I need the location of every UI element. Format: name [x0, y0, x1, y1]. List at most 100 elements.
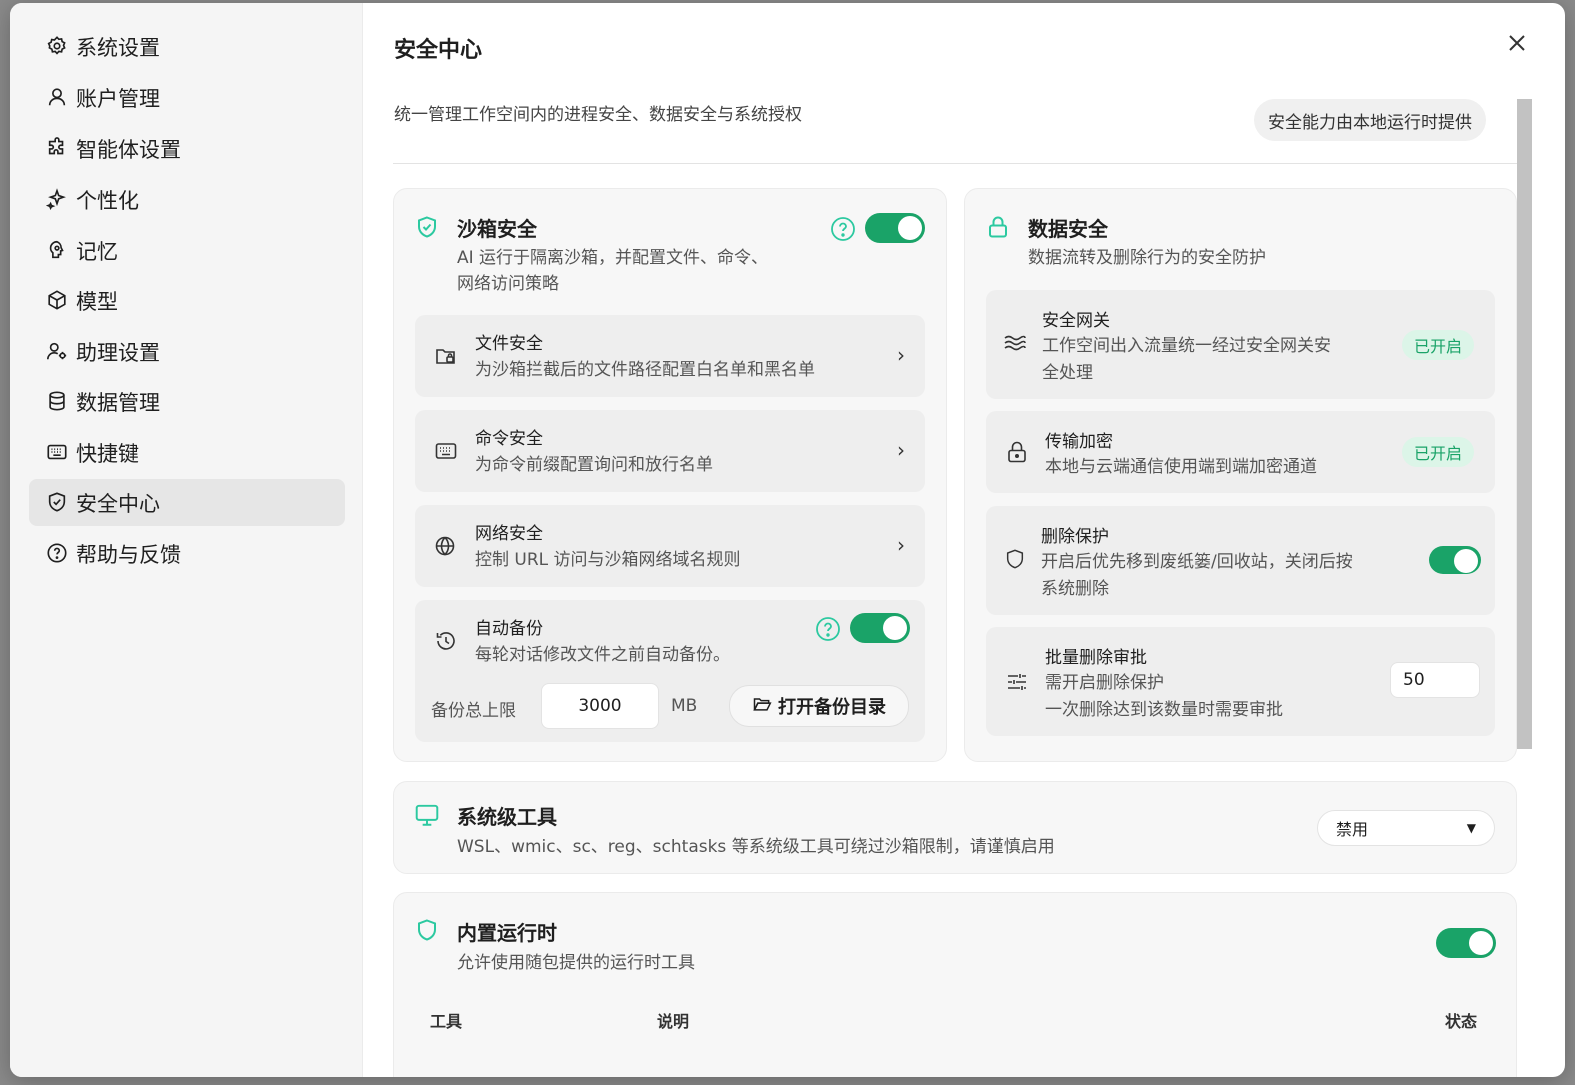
shield-check-icon — [414, 214, 440, 240]
row-title: 自动备份 — [475, 619, 543, 639]
sidebar-item-label: 快捷键 — [76, 441, 139, 466]
folder-open-icon — [752, 694, 772, 719]
puzzle-icon — [46, 136, 70, 161]
scrollbar[interactable] — [1517, 99, 1532, 749]
auto-backup-toggle[interactable] — [850, 613, 910, 643]
database-icon — [46, 390, 70, 414]
row-desc: 系统删除 — [1041, 579, 1109, 599]
user-gear-icon — [46, 340, 70, 364]
sidebar-item-label: 模型 — [76, 289, 118, 314]
row-title: 删除保护 — [1041, 527, 1109, 547]
batch-delete-threshold-input[interactable]: 50 — [1390, 662, 1480, 698]
row-title: 命令安全 — [475, 429, 543, 449]
gear-icon — [46, 35, 70, 59]
builtin-runtime-desc: 允许使用随包提供的运行时工具 — [457, 953, 695, 973]
file-security-row[interactable]: 文件安全 为沙箱拦截后的文件路径配置白名单和黑名单 › — [415, 315, 925, 397]
shield-check-icon — [46, 491, 70, 515]
scrollbar-thumb[interactable] — [1517, 99, 1532, 749]
runtime-badge: 安全能力由本地运行时提供 — [1254, 99, 1486, 141]
sidebar-item-memory[interactable]: 记忆 — [29, 227, 345, 274]
row-desc: 需开启删除保护 — [1045, 673, 1164, 693]
system-tools-select[interactable]: 禁用 ▼ — [1317, 810, 1495, 846]
sidebar-item-shortcuts[interactable]: 快捷键 — [29, 429, 345, 476]
help-icon — [46, 542, 70, 566]
sidebar-item-model[interactable]: 模型 — [29, 277, 345, 324]
backup-limit-unit: MB — [671, 696, 698, 716]
sparkle-icon — [46, 187, 70, 212]
sidebar-item-label: 记忆 — [76, 239, 118, 264]
status-badge: 已开启 — [1402, 437, 1475, 467]
builtin-runtime-card: 内置运行时 允许使用随包提供的运行时工具 工具 说明 状态 — [393, 892, 1517, 1077]
sidebar: 系统设置 账户管理 智能体设置 个性化 记忆 模型 助理设置 数据管理 快捷键 … — [10, 3, 363, 1077]
row-title: 网络安全 — [475, 524, 543, 544]
keyboard-icon — [46, 441, 70, 465]
settings-window: 系统设置 账户管理 智能体设置 个性化 记忆 模型 助理设置 数据管理 快捷键 … — [10, 3, 1565, 1077]
network-security-row[interactable]: 网络安全 控制 URL 访问与沙箱网络域名规则 › — [415, 505, 925, 587]
brain-icon — [46, 239, 70, 263]
sidebar-item-personalization[interactable]: 个性化 — [29, 176, 345, 223]
system-tools-card: 系统级工具 WSL、wmic、sc、reg、schtasks 等系统级工具可绕过… — [393, 781, 1517, 874]
chevron-down-icon: ▼ — [1466, 821, 1476, 835]
row-title: 安全网关 — [1042, 311, 1110, 331]
sidebar-item-label: 智能体设置 — [76, 137, 181, 162]
row-desc: 控制 URL 访问与沙箱网络域名规则 — [475, 550, 741, 570]
keyboard-icon — [433, 438, 459, 464]
row-desc: 开启后优先移到废纸篓/回收站，关闭后按 — [1041, 552, 1353, 572]
sidebar-item-label: 安全中心 — [76, 491, 160, 516]
data-security-subtitle: 数据流转及删除行为的安全防护 — [1028, 248, 1266, 268]
sandbox-title: 沙箱安全 — [457, 217, 537, 241]
sandbox-toggle[interactable] — [865, 213, 925, 243]
page-title: 安全中心 — [394, 38, 483, 63]
sidebar-item-security-center[interactable]: 安全中心 — [29, 479, 345, 526]
sidebar-item-label: 系统设置 — [76, 35, 160, 60]
chevron-right-icon: › — [897, 533, 905, 557]
data-security-title: 数据安全 — [1028, 217, 1108, 241]
close-icon — [1507, 33, 1527, 57]
column-header-tool: 工具 — [430, 1012, 463, 1031]
sidebar-item-account[interactable]: 账户管理 — [29, 74, 345, 121]
monitor-icon — [414, 802, 440, 828]
sidebar-item-label: 数据管理 — [76, 390, 160, 415]
gateway-row: 安全网关 工作空间出入流量统一经过安全网关安 全处理 已开启 — [986, 290, 1495, 399]
sandbox-security-card: 沙箱安全 AI 运行于隔离沙箱，并配置文件、命令、 网络访问策略 文件安全 为沙… — [393, 188, 947, 762]
sidebar-item-label: 助理设置 — [76, 340, 160, 365]
column-header-status: 状态 — [1445, 1012, 1478, 1031]
sidebar-item-data-management[interactable]: 数据管理 — [29, 378, 345, 425]
sidebar-item-assistant-settings[interactable]: 助理设置 — [29, 328, 345, 375]
row-title: 批量删除审批 — [1045, 648, 1147, 668]
sidebar-item-agent-settings[interactable]: 智能体设置 — [29, 125, 345, 172]
sliders-icon — [1004, 669, 1030, 695]
system-tools-title: 系统级工具 — [457, 805, 557, 829]
system-tools-desc: WSL、wmic、sc、reg、schtasks 等系统级工具可绕过沙箱限制，请… — [457, 837, 1055, 857]
sidebar-item-label: 个性化 — [76, 188, 139, 213]
sandbox-subtitle-line1: AI 运行于隔离沙箱，并配置文件、命令、 — [457, 248, 769, 268]
sidebar-item-label: 账户管理 — [76, 86, 160, 111]
sidebar-item-help[interactable]: 帮助与反馈 — [29, 530, 345, 577]
row-title: 文件安全 — [475, 334, 543, 354]
sandbox-subtitle-line2: 网络访问策略 — [457, 274, 559, 294]
delete-protect-toggle[interactable] — [1429, 546, 1481, 574]
backup-limit-input[interactable]: 3000 — [541, 683, 659, 729]
builtin-runtime-toggle[interactable] — [1436, 928, 1496, 958]
globe-lock-icon — [433, 533, 459, 559]
command-security-row[interactable]: 命令安全 为命令前缀配置询问和放行名单 › — [415, 410, 925, 492]
row-desc: 全处理 — [1042, 363, 1093, 383]
sidebar-item-label: 帮助与反馈 — [76, 542, 181, 567]
column-header-description: 说明 — [657, 1012, 690, 1031]
waves-icon — [1002, 330, 1028, 356]
shield-icon — [414, 917, 440, 943]
header-divider — [393, 163, 1517, 164]
user-icon — [46, 86, 70, 110]
backup-limit-label: 备份总上限 — [431, 701, 516, 721]
help-icon[interactable] — [815, 616, 841, 642]
history-icon — [433, 628, 459, 654]
row-desc: 为沙箱拦截后的文件路径配置白名单和黑名单 — [475, 360, 815, 380]
chevron-right-icon: › — [897, 438, 905, 462]
delete-protect-row: 删除保护 开启后优先移到废纸篓/回收站，关闭后按 系统删除 — [986, 506, 1495, 615]
close-button[interactable] — [1505, 33, 1529, 57]
open-backup-dir-button[interactable]: 打开备份目录 — [729, 685, 909, 727]
help-icon[interactable] — [830, 216, 856, 242]
sidebar-item-system-settings[interactable]: 系统设置 — [29, 23, 345, 70]
select-value: 禁用 — [1336, 820, 1369, 839]
page-description: 统一管理工作空间内的进程安全、数据安全与系统授权 — [394, 105, 802, 125]
